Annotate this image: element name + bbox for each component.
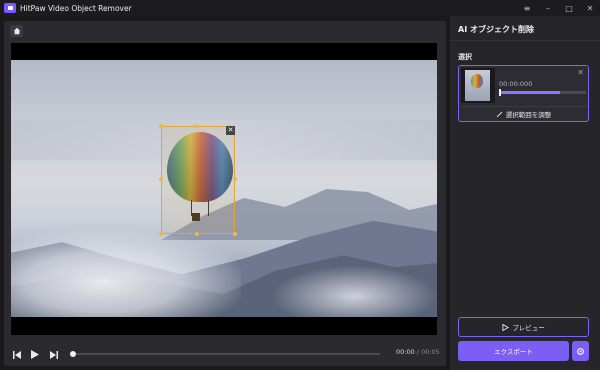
selection-close-icon[interactable]: ✕ [226, 126, 235, 135]
adjust-selection-button[interactable]: 選択範囲を調整 [459, 108, 588, 120]
resize-handle[interactable] [195, 232, 199, 236]
preview-label: プレビュー [512, 324, 545, 332]
selection-progress-bar[interactable] [499, 89, 586, 96]
tool-panel: AI オブジェクト削除 選択 ✕ 00:00:000 選択範囲を調整 プレビュー… [450, 16, 600, 370]
card-divider [459, 106, 588, 107]
step-back-icon[interactable] [12, 349, 22, 360]
remove-selection-icon[interactable]: ✕ [577, 68, 584, 77]
video-panel: ✕ 00:00 / 00:05 [4, 21, 446, 366]
brush-icon [496, 111, 503, 117]
preview-button[interactable]: プレビュー [458, 317, 589, 337]
seek-bar[interactable] [72, 353, 380, 355]
panel-title: AI オブジェクト削除 [458, 25, 534, 34]
seek-knob[interactable] [70, 351, 76, 357]
export-button[interactable]: エクスポート [458, 341, 569, 361]
gear-icon [577, 347, 584, 355]
maximize-icon[interactable]: □ [565, 4, 573, 13]
fog-left [11, 230, 241, 317]
step-forward-icon[interactable] [48, 349, 58, 360]
thumbnail-balloon [471, 74, 483, 88]
home-icon [13, 27, 20, 35]
fog-right [271, 265, 437, 317]
close-icon[interactable]: ✕ [586, 4, 594, 13]
menu-icon[interactable]: ≡ [523, 4, 531, 13]
export-label: エクスポート [494, 348, 533, 356]
title-bar: HitPaw Video Object Remover ≡ – □ ✕ [0, 0, 600, 16]
video-frame: ✕ [11, 60, 437, 317]
app-title: HitPaw Video Object Remover [20, 3, 132, 13]
selection-card[interactable]: ✕ 00:00:000 選択範囲を調整 [458, 65, 589, 122]
selection-section-label: 選択 [458, 53, 472, 61]
selection-progress-marker[interactable] [499, 89, 501, 96]
duration: 00:05 [421, 348, 440, 356]
resize-handle[interactable] [159, 232, 163, 236]
panel-divider [450, 40, 600, 41]
resize-handle[interactable] [159, 177, 163, 181]
window-controls: ≡ – □ ✕ [523, 0, 594, 16]
selection-thumbnail [461, 68, 495, 103]
video-canvas[interactable]: ✕ [11, 43, 437, 335]
minimize-icon[interactable]: – [544, 4, 552, 13]
playback-controls: 00:00 / 00:05 [4, 343, 446, 366]
current-time: 00:00 [396, 348, 415, 356]
preview-play-icon [502, 323, 510, 331]
resize-handle[interactable] [159, 124, 163, 128]
selection-box[interactable]: ✕ [159, 124, 237, 236]
selection-progress-fill [499, 91, 560, 94]
resize-handle[interactable] [195, 124, 199, 128]
time-display: 00:00 / 00:05 [396, 348, 440, 356]
play-icon[interactable] [30, 349, 40, 360]
home-button[interactable] [10, 25, 23, 37]
export-settings-button[interactable] [572, 341, 589, 361]
adjust-selection-label: 選択範囲を調整 [505, 111, 552, 119]
app-logo-icon [4, 3, 16, 13]
resize-handle[interactable] [233, 177, 237, 181]
selection-time: 00:00:000 [499, 80, 533, 88]
resize-handle[interactable] [233, 232, 237, 236]
